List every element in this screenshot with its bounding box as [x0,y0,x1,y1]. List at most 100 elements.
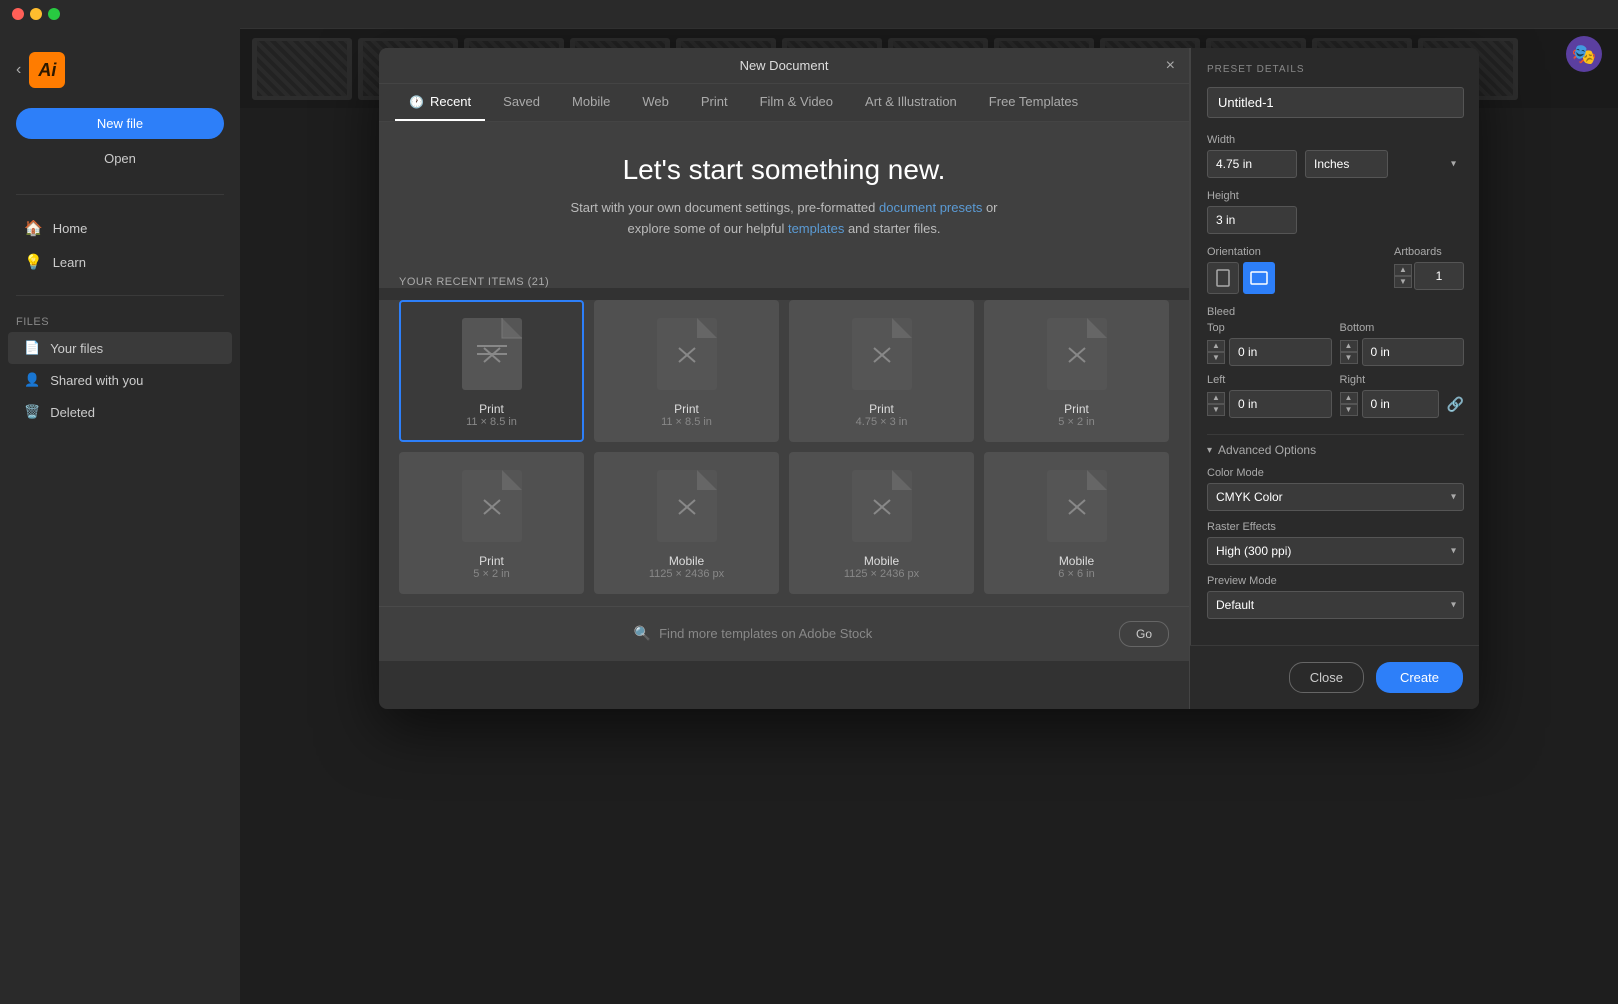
tab-saved[interactable]: Saved [489,84,554,121]
document-presets-link[interactable]: document presets [879,200,982,215]
color-mode-select-wrap: CMYK Color RGB Color [1207,483,1464,511]
close-window-button[interactable] [12,8,24,20]
dialog-title: New Document [740,58,829,73]
bleed-left-increment[interactable]: ▲ [1207,392,1225,404]
bleed-top-input[interactable] [1229,338,1332,366]
close-dialog-button[interactable]: Close [1289,662,1364,693]
portrait-button[interactable] [1207,262,1239,294]
artboards-increment-button[interactable]: ▲ [1394,264,1412,276]
link-bleed-icon[interactable]: 🔗 [1447,396,1464,413]
search-placeholder-text: Find more templates on Adobe Stock [659,626,872,641]
tab-print[interactable]: Print [687,84,742,121]
dialog-tabs: 🕐 Recent Saved Mobile Web [379,84,1189,122]
back-arrow-icon[interactable]: ‹ [16,61,21,79]
tab-web[interactable]: Web [628,84,683,121]
recent-item-4-name: Print [1064,402,1089,416]
bleed-row-left-right: Left ▲ ▼ Right [1207,374,1464,418]
dialog-close-button[interactable]: × [1166,58,1175,74]
landscape-button[interactable] [1243,262,1275,294]
recent-item-7[interactable]: Mobile 1125 × 2436 px [789,452,974,594]
sidebar-item-shared-label: Shared with you [50,373,143,388]
tab-film-video-label: Film & Video [760,94,833,109]
modal-overlay: New Document × 🕐 Recent Saved Mo [240,28,1618,924]
search-icon: 🔍 [634,625,651,642]
doc-icon-6 [657,470,717,542]
recent-item-3-name: Print [869,402,894,416]
color-mode-select[interactable]: CMYK Color RGB Color [1207,483,1464,511]
bleed-bottom-label: Bottom [1340,322,1465,334]
height-input[interactable] [1207,206,1297,234]
tab-film-video[interactable]: Film & Video [746,84,847,121]
title-bar [0,0,1618,28]
home-icon: 🏠 [24,219,43,237]
sidebar-item-deleted[interactable]: 🗑️ Deleted [8,396,232,428]
open-button[interactable]: Open [16,147,224,170]
dialog-main: New Document × 🕐 Recent Saved Mo [379,48,1189,709]
recent-item-1[interactable]: Print 11 × 8.5 in [399,300,584,442]
bleed-left-decrement[interactable]: ▼ [1207,404,1225,416]
bleed-left-group: Left ▲ ▼ [1207,374,1332,418]
recent-item-6[interactable]: Mobile 1125 × 2436 px [594,452,779,594]
clock-icon: 🕐 [409,95,424,109]
bleed-label: Bleed [1207,306,1464,318]
traffic-lights [12,8,60,20]
bleed-row-top-bottom: Top ▲ ▼ Bottom [1207,322,1464,366]
learn-icon: 💡 [24,253,43,271]
bleed-top-decrement[interactable]: ▼ [1207,352,1225,364]
create-button[interactable]: Create [1376,662,1463,693]
artboards-input[interactable] [1414,262,1464,290]
raster-select[interactable]: High (300 ppi) Medium (150 ppi) Screen (… [1207,537,1464,565]
tab-recent-label: Recent [430,94,471,109]
shared-icon: 👤 [24,372,40,388]
new-file-button[interactable]: New file [16,108,224,139]
recent-item-5[interactable]: Print 5 × 2 in [399,452,584,594]
doc-icon-1 [462,318,522,390]
unit-select[interactable]: Inches Centimeters Millimeters Points Pi… [1305,150,1388,178]
artboards-decrement-button[interactable]: ▼ [1394,276,1412,288]
height-row [1207,206,1464,234]
color-mode-label: Color Mode [1207,467,1464,479]
sidebar-item-home[interactable]: 🏠 Home [8,211,232,245]
go-button[interactable]: Go [1119,621,1169,647]
advanced-options-toggle[interactable]: ▾ Advanced Options [1207,443,1464,457]
maximize-window-button[interactable] [48,8,60,20]
tab-free-templates[interactable]: Free Templates [975,84,1092,121]
recent-item-8[interactable]: Mobile 6 × 6 in [984,452,1169,594]
bleed-top-increment[interactable]: ▲ [1207,340,1225,352]
width-row: Inches Centimeters Millimeters Points Pi… [1207,150,1464,178]
width-input[interactable] [1207,150,1297,178]
tab-print-label: Print [701,94,728,109]
preset-name-input[interactable] [1207,87,1464,118]
recent-item-1-size: 11 × 8.5 in [466,416,517,428]
sidebar-item-shared[interactable]: 👤 Shared with you [8,364,232,396]
bleed-right-decrement[interactable]: ▼ [1340,404,1358,416]
templates-link[interactable]: templates [788,221,844,236]
recent-item-2[interactable]: Print 11 × 8.5 in [594,300,779,442]
recent-item-8-size: 6 × 6 in [1058,568,1094,580]
section-divider [1207,434,1464,435]
bleed-right-group: Right ▲ ▼ 🔗 [1340,374,1465,418]
height-label: Height [1207,190,1464,202]
sidebar-nav: 🏠 Home 💡 Learn [0,203,240,287]
preview-select[interactable]: Default Pixel Overprint [1207,591,1464,619]
bleed-bottom-decrement[interactable]: ▼ [1340,352,1358,364]
recent-item-3[interactable]: Print 4.75 × 3 in [789,300,974,442]
sidebar-item-learn[interactable]: 💡 Learn [8,245,232,279]
tab-art-illustration[interactable]: Art & Illustration [851,84,971,121]
sidebar: ‹ Ai New file Open 🏠 Home 💡 Learn FILES … [0,28,240,1004]
bleed-left-input[interactable] [1229,390,1332,418]
sidebar-item-your-files[interactable]: 📄 Your files [8,332,232,364]
recent-item-6-size: 1125 × 2436 px [649,568,724,580]
bleed-top-label: Top [1207,322,1332,334]
bleed-bottom-input[interactable] [1362,338,1465,366]
recent-item-4[interactable]: Print 5 × 2 in [984,300,1169,442]
dialog-scroll-area[interactable]: Let's start something new. Start with yo… [379,122,1189,709]
search-bar-inner: 🔍 Find more templates on Adobe Stock [399,625,1107,642]
dialog-subtext: Start with your own document settings, p… [570,198,997,240]
bleed-right-input[interactable] [1362,390,1439,418]
minimize-window-button[interactable] [30,8,42,20]
tab-recent[interactable]: 🕐 Recent [395,84,485,121]
tab-mobile[interactable]: Mobile [558,84,624,121]
bleed-right-increment[interactable]: ▲ [1340,392,1358,404]
bleed-bottom-increment[interactable]: ▲ [1340,340,1358,352]
